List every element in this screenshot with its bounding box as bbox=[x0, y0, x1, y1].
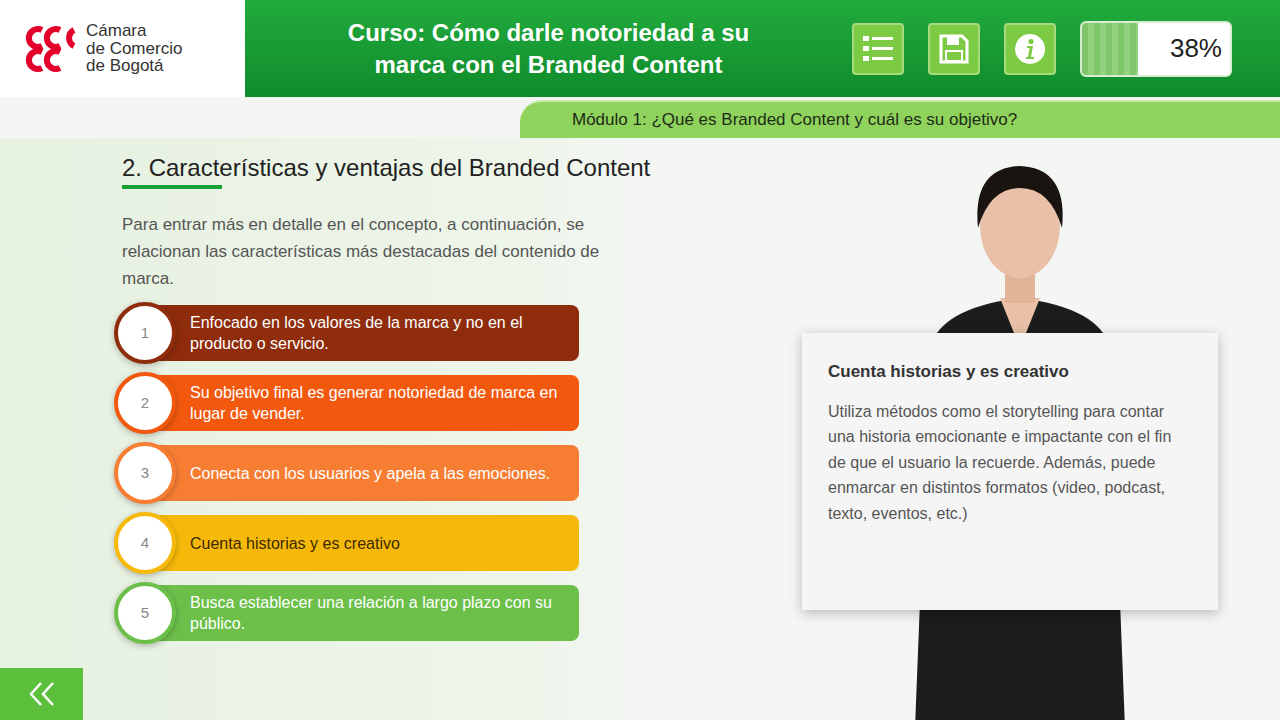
item-bar: Enfocado en los valores de la marca y no… bbox=[146, 305, 579, 361]
item-number: 3 bbox=[114, 442, 176, 504]
info-icon bbox=[1014, 33, 1046, 65]
characteristic-item[interactable]: 5 Busca establecer una relación a largo p… bbox=[114, 582, 579, 644]
logo-line: de Bogotá bbox=[86, 57, 182, 75]
characteristic-item[interactable]: 3 Conecta con los usuarios y apela a las … bbox=[114, 442, 579, 504]
item-bar: Su objetivo final es generar notoriedad … bbox=[146, 375, 579, 431]
logo-line: de Comercio bbox=[86, 40, 182, 58]
progress-fill bbox=[1082, 23, 1138, 75]
menu-button[interactable] bbox=[852, 23, 904, 75]
item-number-text: 1 bbox=[141, 322, 149, 345]
logo-text: Cámarade Comerciode Bogotá bbox=[86, 22, 182, 76]
info-button[interactable] bbox=[1004, 23, 1056, 75]
content-panel: 2. Características y ventajas del Brande… bbox=[0, 138, 660, 720]
item-number-text: 5 bbox=[141, 602, 149, 625]
save-button[interactable] bbox=[928, 23, 980, 75]
course-header: Cámarade Comerciode Bogotá Curso: Cómo d… bbox=[0, 0, 1280, 97]
item-number: 2 bbox=[114, 372, 176, 434]
chamber-logo-icon bbox=[22, 24, 78, 74]
item-number-text: 3 bbox=[141, 462, 149, 485]
intro-text: Para entrar más en detalle en el concept… bbox=[122, 211, 602, 293]
back-button[interactable] bbox=[0, 668, 83, 720]
module-title: Módulo 1: ¿Qué es Branded Content y cuál… bbox=[572, 107, 1017, 133]
item-text: Busca establecer una relación a largo pl… bbox=[190, 592, 565, 635]
progress-bar: 38% bbox=[1080, 21, 1232, 77]
list-icon bbox=[863, 35, 893, 63]
item-bar: Cuenta historias y es creativo bbox=[146, 515, 579, 571]
progress-reading: 38% bbox=[1170, 29, 1230, 68]
course-title: Curso: Cómo darle notoriedad a su marca … bbox=[314, 17, 784, 79]
title-underline bbox=[122, 185, 222, 189]
item-number: 5 bbox=[114, 582, 176, 644]
characteristics-list: 1 Enfocado en los valores de la marca y n… bbox=[122, 302, 660, 644]
item-bar: Conecta con los usuarios y apela a las e… bbox=[146, 445, 579, 501]
section-title: 2. Características y ventajas del Brande… bbox=[122, 154, 660, 183]
characteristic-item[interactable]: 4 Cuenta historias y es creativo bbox=[114, 512, 579, 574]
item-bar: Busca establecer una relación a largo pl… bbox=[146, 585, 579, 641]
item-number-text: 2 bbox=[141, 392, 149, 415]
item-text: Enfocado en los valores de la marca y no… bbox=[190, 312, 565, 355]
presenter-area: Cuenta historias y es creativo Utiliza m… bbox=[790, 138, 1240, 720]
info-card: Cuenta historias y es creativo Utiliza m… bbox=[802, 333, 1218, 610]
characteristic-item[interactable]: 2 Su objetivo final es generar notoriedad… bbox=[114, 372, 579, 434]
item-text: Su objetivo final es generar notoriedad … bbox=[190, 382, 565, 425]
card-body: Utiliza métodos como el storytelling par… bbox=[828, 399, 1192, 527]
logo: Cámarade Comerciode Bogotá bbox=[0, 0, 245, 97]
logo-line: Cámara bbox=[86, 22, 182, 40]
save-icon bbox=[939, 34, 969, 64]
double-chevron-left-icon bbox=[27, 679, 57, 709]
module-bar: Módulo 1: ¿Qué es Branded Content y cuál… bbox=[520, 100, 1280, 138]
item-number: 4 bbox=[114, 512, 176, 574]
card-title: Cuenta historias y es creativo bbox=[828, 359, 1192, 385]
item-text: Cuenta historias y es creativo bbox=[190, 533, 400, 555]
item-text: Conecta con los usuarios y apela a las e… bbox=[190, 463, 550, 485]
characteristic-item[interactable]: 1 Enfocado en los valores de la marca y n… bbox=[114, 302, 579, 364]
item-number: 1 bbox=[114, 302, 176, 364]
item-number-text: 4 bbox=[141, 532, 149, 555]
